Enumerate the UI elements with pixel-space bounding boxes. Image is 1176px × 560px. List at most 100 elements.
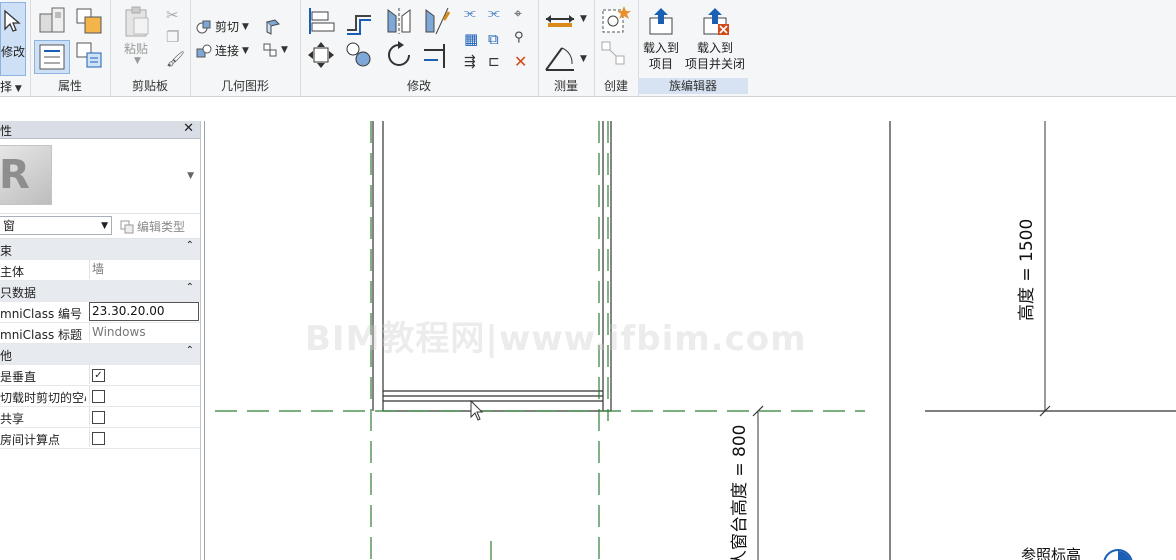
family-editor-panel-label: 族编辑器 [638,78,748,94]
mirror-pick-axis-icon[interactable] [384,6,414,36]
type-preview: R ▼ [0,139,200,214]
measure-dropdown-icon[interactable]: ▼ [580,14,587,24]
property-value[interactable]: 23.30.20.00 [89,302,199,321]
collapse-icon[interactable]: ⌃ [186,282,194,293]
load-and-close-icon[interactable] [700,6,730,36]
create-group-icon[interactable] [600,4,632,36]
property-label: 他 [0,349,13,363]
scale-icon[interactable]: ⧉ [488,30,499,48]
properties-panel-label: 属性 [57,79,82,93]
dimension-dropdown-icon[interactable]: ▼ [580,54,587,64]
property-label: 共享 [0,412,25,426]
clipboard-panel-label: 剪贴板 [131,79,168,93]
paste-dropdown-icon[interactable]: ▼ [134,56,141,66]
property-value[interactable]: 墙 [89,260,198,279]
pin-icon[interactable]: ⌖ [514,6,522,22]
split-with-gap-icon[interactable]: ⫘ [488,6,500,21]
dropdown-arrow-icon: ▼ [12,84,22,94]
load-into-project-label-2: 项目 [648,57,673,71]
checkbox[interactable] [92,411,105,424]
measure-panel-label: 测量 [553,79,578,93]
property-row[interactable]: 主体 墙 [0,260,200,281]
match-properties-icon[interactable]: 🖌 [166,50,185,68]
property-value-cell [89,428,198,447]
select-dropdown[interactable]: 择 ▼ [0,78,22,95]
join-geometry-button[interactable]: 连接 ▼ [196,42,249,59]
modify-button[interactable]: 修改 [0,2,26,76]
property-label: mniClass 编号 [0,307,83,321]
watermark: BIM教程网|www.ifbim.com [305,319,807,359]
property-label: 只数据 [0,286,37,300]
family-category-icon[interactable] [38,6,68,36]
type-properties-icon[interactable] [74,40,104,70]
delete-icon[interactable]: ✕ [514,52,527,71]
checkbox[interactable]: ✓ [92,369,105,382]
move-icon[interactable] [306,40,336,70]
modify-panel: ⫘ ⫘ ⌖ ▦ ⧉ ⚲ ⇶ ⊏ ✕ 修改 [300,0,539,96]
load-into-project-icon[interactable] [646,6,676,36]
mouse-cursor-icon [470,399,484,421]
height-dimension-text[interactable]: 高度 = 1500 [1012,219,1037,321]
measure-distance-icon[interactable] [544,10,576,28]
property-category[interactable]: 只数据 ⌃ [0,281,200,302]
property-category[interactable]: 他 ⌃ [0,344,200,365]
property-row[interactable]: mniClass 标题 Windows [0,323,200,344]
cut-icon[interactable]: ✂ [166,6,179,24]
clipboard-panel: 粘贴 ▼ ✂ ❐ 🖌 剪贴板 [110,0,191,96]
copy-element-icon[interactable] [344,40,374,70]
reference-level-label[interactable]: 参照标高 [1021,544,1081,560]
measure-panel: ▼ ▼ 测量 [538,0,595,96]
cut-geometry-icon [196,20,211,33]
preview-dropdown-icon[interactable]: ▼ [187,171,194,181]
close-icon[interactable]: ✕ [183,121,194,136]
paste-icon[interactable] [122,6,152,38]
type-selector[interactable]: 窗 ▼ [0,216,112,235]
drawing-canvas[interactable]: BIM教程网|www.ifbim.com 高度 = 1500 人窗台高度 = 8… [204,121,1176,560]
modify-panel-label: 修改 [406,79,431,93]
property-row[interactable]: 切载时剪切的空心 [0,386,200,407]
aligned-dimension-icon[interactable] [544,44,576,72]
property-grid: 束 ⌃ 主体墙只数据 ⌃ mniClass 编号 23.30.20.00 mniClass … [0,239,200,449]
rotate-icon[interactable] [384,40,414,70]
unpin-icon[interactable]: ⚲ [514,30,524,45]
property-category[interactable]: 束 ⌃ [0,239,200,260]
checkbox[interactable] [92,390,105,403]
unjoin-icon [263,43,277,57]
dropdown-arrow-icon: ▼ [281,45,288,55]
collapse-icon[interactable]: ⌃ [186,240,194,251]
load-and-close-button[interactable]: 载入到 项目并关闭 [682,40,748,72]
split-element-icon[interactable]: ⫘ [464,6,476,21]
edit-type-button[interactable]: 编辑类型 [120,218,185,235]
checkbox[interactable] [92,432,105,445]
properties-title-bar: 性 ✕ [0,121,200,139]
create-panel: 创建 [594,0,639,96]
array-icon[interactable]: ▦ [464,30,478,48]
property-row[interactable]: 共享 [0,407,200,428]
properties-icon[interactable] [34,40,70,74]
split-face-icon[interactable] [264,18,282,36]
create-similar-icon[interactable] [600,40,632,70]
property-value[interactable]: Windows [89,323,198,342]
ribbon-divider [0,97,1176,121]
create-panel-label: 创建 [603,79,628,93]
sill-height-dimension-text[interactable]: 人窗台高度 = 800 [725,425,750,560]
mirror-draw-axis-icon[interactable] [422,6,452,36]
trim-multiple-icon[interactable]: ⇶ [464,54,476,70]
load-into-project-button[interactable]: 载入到 项目 [638,40,684,72]
property-label: 束 [0,244,13,258]
property-row[interactable]: mniClass 编号 23.30.20.00 [0,302,200,323]
property-row[interactable]: 是垂直 ✓ [0,365,200,386]
trim-extend-icon[interactable] [422,40,452,70]
copy-icon[interactable]: ❐ [166,28,179,46]
offset-icon[interactable] [344,6,374,36]
trim-single-icon[interactable]: ⊏ [488,54,500,70]
property-row[interactable]: 房间计算点 [0,428,200,449]
property-value-cell [89,386,198,405]
cut-geometry-button[interactable]: 剪切 ▼ [196,18,249,35]
family-types-icon[interactable] [74,6,104,36]
paste-label: 粘贴 [124,42,149,56]
geometry-panel: 剪切 ▼ 连接 ▼ ▼ 几何图形 [190,0,301,96]
align-icon[interactable] [306,6,336,36]
unjoin-button[interactable]: ▼ [262,42,288,58]
collapse-icon[interactable]: ⌃ [186,345,194,356]
